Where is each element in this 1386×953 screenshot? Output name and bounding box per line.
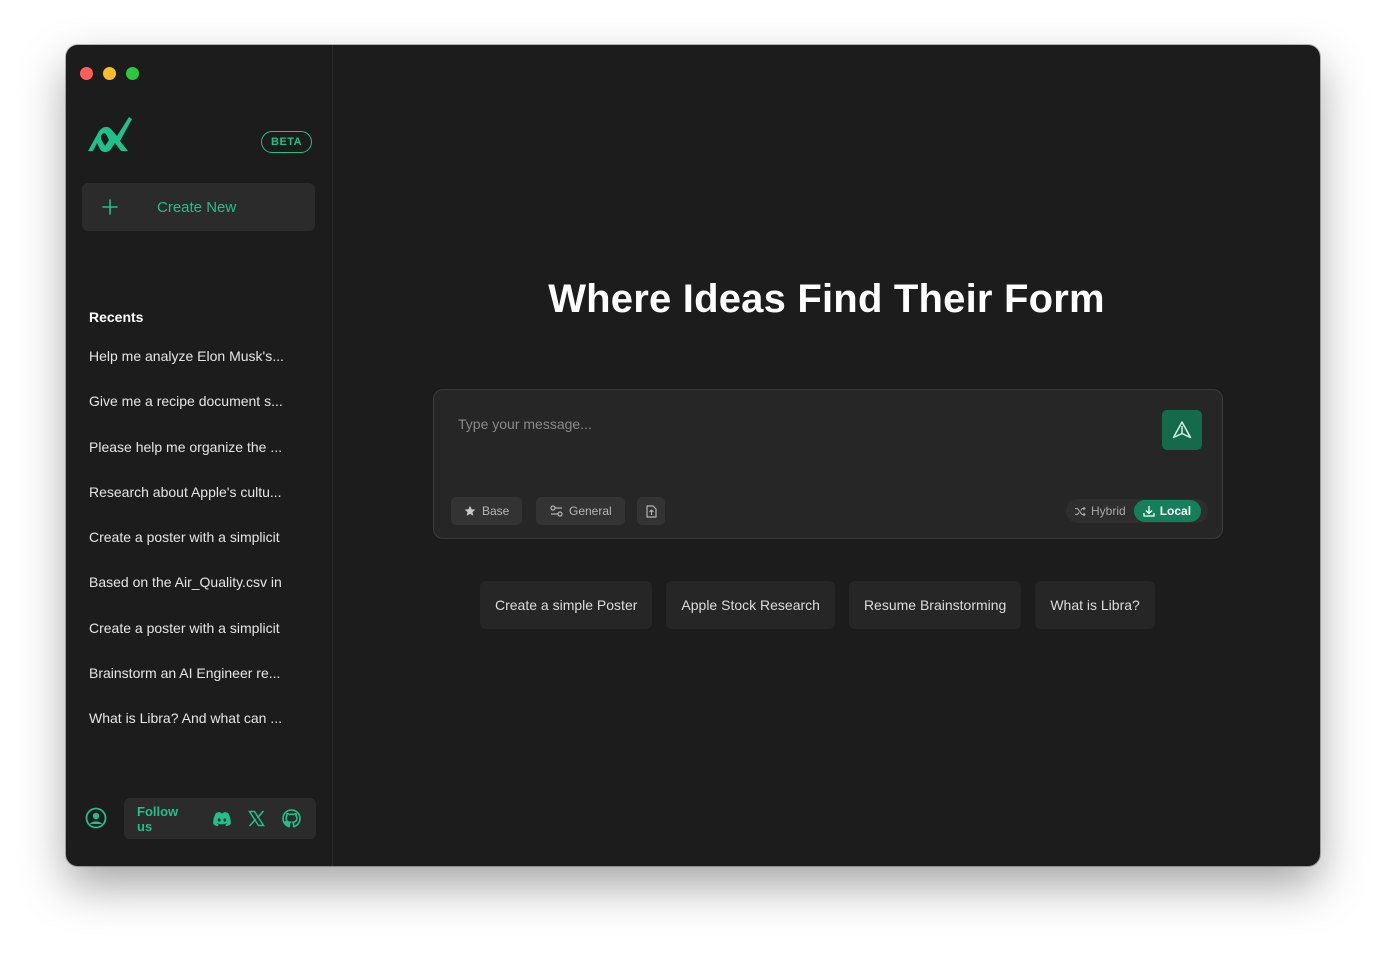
suggestion-button[interactable]: Create a simple Poster bbox=[480, 581, 653, 629]
beta-badge: BETA bbox=[261, 131, 313, 153]
libra-logo-icon bbox=[84, 113, 134, 155]
recent-item[interactable]: What is Libra? And what can ... bbox=[89, 710, 304, 755]
send-button[interactable] bbox=[1162, 410, 1202, 450]
star-icon bbox=[464, 505, 476, 516]
recent-item[interactable]: Give me a recipe document s... bbox=[89, 393, 304, 438]
mode-local-option[interactable]: Local bbox=[1133, 500, 1202, 522]
send-icon bbox=[1172, 421, 1192, 439]
suggestion-button[interactable]: Apple Stock Research bbox=[666, 581, 835, 629]
recent-item[interactable]: Create a poster with a simplicit bbox=[89, 529, 304, 574]
x-icon[interactable] bbox=[247, 809, 267, 829]
recent-item[interactable]: Please help me organize the ... bbox=[89, 439, 304, 484]
message-composer: Base General bbox=[433, 389, 1223, 539]
file-icon bbox=[645, 504, 657, 518]
recent-item[interactable]: Help me analyze Elon Musk's... bbox=[89, 348, 304, 393]
suggestion-button[interactable]: What is Libra? bbox=[1035, 581, 1155, 629]
download-icon bbox=[1143, 506, 1155, 517]
recent-item[interactable]: Research about Apple's cultu... bbox=[89, 484, 304, 529]
recent-item[interactable]: Based on the Air_Quality.csv in bbox=[89, 574, 304, 619]
message-input[interactable] bbox=[456, 412, 1140, 436]
sidebar: BETA Create New Recents Help me analyze … bbox=[66, 45, 333, 866]
mode-toggle: Hybrid Local bbox=[1066, 499, 1208, 523]
github-icon[interactable] bbox=[281, 809, 301, 829]
recents-list: Help me analyze Elon Musk's... Give me a… bbox=[89, 348, 304, 756]
sliders-icon bbox=[550, 505, 563, 517]
mode-hybrid-option[interactable]: Hybrid bbox=[1066, 499, 1134, 523]
plus-icon bbox=[102, 199, 118, 215]
recents-heading: Recents bbox=[89, 309, 144, 325]
mode-hybrid-label: Hybrid bbox=[1091, 504, 1126, 518]
suggestion-button[interactable]: Resume Brainstorming bbox=[848, 581, 1022, 629]
user-avatar-icon[interactable] bbox=[85, 807, 107, 829]
app-window: BETA Create New Recents Help me analyze … bbox=[66, 45, 1320, 866]
close-window-button[interactable] bbox=[80, 67, 93, 80]
general-settings-chip[interactable]: General bbox=[536, 497, 625, 525]
attach-file-button[interactable] bbox=[637, 497, 665, 525]
discord-icon[interactable] bbox=[212, 809, 232, 829]
suggestion-list: Create a simple Poster Apple Stock Resea… bbox=[480, 581, 1155, 629]
base-model-chip[interactable]: Base bbox=[451, 497, 523, 525]
create-new-label: Create New bbox=[157, 198, 237, 216]
general-chip-label: General bbox=[569, 504, 612, 518]
follow-us-label: Follow us bbox=[137, 803, 179, 834]
create-new-button[interactable]: Create New bbox=[82, 183, 315, 231]
recent-item[interactable]: Create a poster with a simplicit bbox=[89, 620, 304, 665]
minimize-window-button[interactable] bbox=[103, 67, 116, 80]
follow-us-bar: Follow us bbox=[124, 798, 316, 839]
base-chip-label: Base bbox=[482, 504, 510, 518]
shuffle-icon bbox=[1075, 506, 1086, 516]
maximize-window-button[interactable] bbox=[126, 67, 139, 80]
mode-local-label: Local bbox=[1159, 504, 1192, 518]
page-title: Where Ideas Find Their Form bbox=[548, 277, 1105, 321]
recent-item[interactable]: Brainstorm an AI Engineer re... bbox=[89, 665, 304, 710]
main-panel: Where Ideas Find Their Form Base bbox=[333, 45, 1320, 866]
